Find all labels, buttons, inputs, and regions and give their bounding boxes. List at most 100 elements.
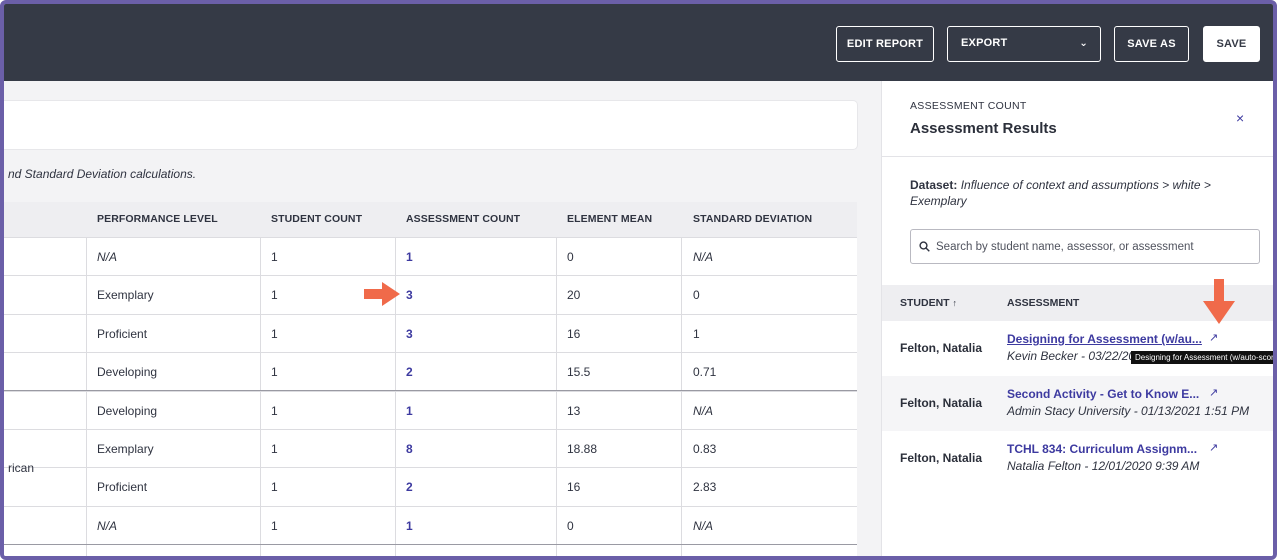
cell-assessments[interactable]: 2 (406, 353, 413, 391)
table-row: Proficient 1 2 16 2.83 (4, 467, 857, 505)
sort-ascending-icon: ↑ (952, 298, 958, 308)
panel-title: Assessment Results (910, 120, 1057, 137)
cell-level: N/A (97, 518, 118, 533)
dataset-label: Dataset: (910, 178, 958, 192)
assessment-link[interactable]: Second Activity - Get to Know E... (1007, 387, 1199, 401)
column-standard-deviation[interactable]: STANDARD DEVIATION (693, 202, 812, 237)
cell-level: Exemplary (97, 288, 154, 303)
cell-assessments[interactable]: 1 (406, 507, 413, 545)
edit-report-button[interactable]: EDIT REPORT (836, 26, 934, 62)
table-row: Proficient 1 3 16 1 (4, 313, 857, 353)
cell-mean: 0 (567, 518, 574, 533)
column-assessment-count[interactable]: ASSESSMENT COUNT (406, 202, 520, 237)
assessment-link[interactable]: Designing for Assessment (w/au... (1007, 332, 1202, 346)
cell-level: Developing (97, 403, 158, 418)
cell-level: N/A (97, 250, 118, 264)
cell-sd: 0 (693, 288, 700, 303)
group-divider (4, 390, 857, 391)
table-row: N/A 1 1 0 N/A (4, 505, 857, 545)
cell-students: 1 (271, 403, 278, 418)
table-header: PERFORMANCE LEVEL STUDENT COUNT ASSESSME… (4, 202, 857, 237)
assessment-link[interactable]: TCHL 834: Curriculum Assignm... (1007, 442, 1197, 456)
external-link-icon[interactable]: ↗ (1209, 441, 1218, 454)
table-row: Exemplary 1 8 18.88 0.83 (4, 429, 857, 467)
highlight-arrow-down-icon (1203, 279, 1235, 324)
column-element-mean[interactable]: ELEMENT MEAN (567, 202, 652, 237)
cell-mean: 18.88 (567, 442, 598, 456)
app-frame: EDIT REPORT EXPORT ⌄ SAVE AS SAVE nd Sta… (0, 0, 1277, 560)
column-divider (86, 237, 87, 556)
close-icon[interactable]: × (1236, 110, 1244, 126)
calculation-note: nd Standard Deviation calculations. (8, 167, 197, 181)
top-toolbar: EDIT REPORT EXPORT ⌄ SAVE AS SAVE (4, 4, 1273, 81)
results-search[interactable] (910, 229, 1260, 264)
column-student-count[interactable]: STUDENT COUNT (271, 202, 362, 237)
cell-students: 1 (271, 288, 278, 303)
cell-mean: 15.5 (567, 365, 591, 380)
report-table: PERFORMANCE LEVEL STUDENT COUNT ASSESSME… (4, 202, 857, 556)
result-row: Felton, Natalia Designing for Assessment… (882, 321, 1273, 376)
search-input[interactable] (936, 240, 1256, 253)
dataset-description: Dataset: Influence of context and assump… (910, 177, 1250, 209)
cell-sd: N/A (693, 250, 714, 264)
cell-sd: 0.71 (693, 365, 717, 380)
cell-mean: 20 (567, 288, 581, 303)
cell-sd: 2.83 (693, 480, 717, 495)
group-divider (4, 544, 857, 545)
table-row: Exemplary 1 3 20 0 (4, 275, 857, 313)
save-as-button[interactable]: SAVE AS (1114, 26, 1189, 62)
table-row: Developing 1 2 15.5 0.71 (4, 352, 857, 390)
assessor-date: Natalia Felton - 12/01/2020 9:39 AM (1007, 459, 1200, 473)
cell-level: Proficient (97, 326, 148, 341)
group-label: rican (8, 461, 35, 475)
cell-assessments[interactable]: 8 (406, 430, 413, 468)
assessment-results-panel: ASSESSMENT COUNT Assessment Results × Da… (882, 81, 1273, 556)
cell-students: 1 (271, 442, 278, 456)
student-name: Felton, Natalia (900, 451, 983, 465)
column-divider (681, 237, 682, 556)
cell-assessments[interactable]: 1 (406, 392, 413, 430)
cell-mean: 16 (567, 326, 581, 341)
cell-sd: 1 (693, 326, 700, 341)
cell-mean: 0 (567, 250, 574, 264)
cell-assessments[interactable]: 3 (406, 315, 413, 353)
column-student-label: STUDENT (900, 297, 950, 309)
cell-assessments[interactable]: 2 (406, 468, 413, 506)
cell-sd: N/A (693, 403, 714, 418)
cell-students: 1 (271, 365, 278, 380)
cell-assessments[interactable]: 3 (406, 276, 413, 314)
save-button[interactable]: SAVE (1203, 26, 1260, 62)
column-assessment[interactable]: ASSESSMENT (1007, 285, 1079, 321)
cell-sd: N/A (693, 518, 714, 533)
cell-students: 1 (271, 250, 278, 264)
column-student[interactable]: STUDENT ↑ (900, 285, 957, 321)
cell-students: 1 (271, 480, 278, 495)
cell-level: Developing (97, 365, 158, 380)
cell-mean: 13 (567, 403, 581, 418)
report-filter-card (4, 101, 857, 149)
cell-students: 1 (271, 518, 278, 533)
panel-eyebrow: ASSESSMENT COUNT (910, 100, 1027, 112)
result-row: Felton, Natalia TCHL 834: Curriculum Ass… (882, 431, 1273, 486)
cell-sd: 0.83 (693, 442, 717, 456)
column-divider (260, 237, 261, 556)
table-row: Developing 1 1 13 N/A (4, 390, 857, 430)
export-label: EXPORT (961, 37, 1008, 49)
external-link-icon[interactable]: ↗ (1209, 386, 1218, 399)
cell-assessments[interactable]: 1 (406, 238, 413, 276)
highlight-arrow-right-icon (364, 282, 400, 306)
student-name: Felton, Natalia (900, 396, 983, 410)
assessment-tooltip: Designing for Assessment (w/auto-scoring… (1131, 351, 1273, 364)
column-divider (556, 237, 557, 556)
result-row: Felton, Natalia Second Activity - Get to… (882, 376, 1273, 431)
chevron-down-icon: ⌄ (1079, 38, 1088, 49)
table-row: N/A 1 1 0 N/A (4, 237, 857, 275)
column-performance-level[interactable]: PERFORMANCE LEVEL (97, 202, 218, 237)
panel-divider (882, 156, 1273, 157)
report-main: nd Standard Deviation calculations. PERF… (4, 81, 882, 556)
export-dropdown[interactable]: EXPORT ⌄ (947, 26, 1101, 62)
search-icon (919, 241, 930, 252)
cell-level: Exemplary (97, 442, 154, 456)
external-link-icon[interactable]: ↗ (1209, 331, 1218, 344)
assessor-date: Admin Stacy University - 01/13/2021 1:51… (1007, 404, 1250, 418)
